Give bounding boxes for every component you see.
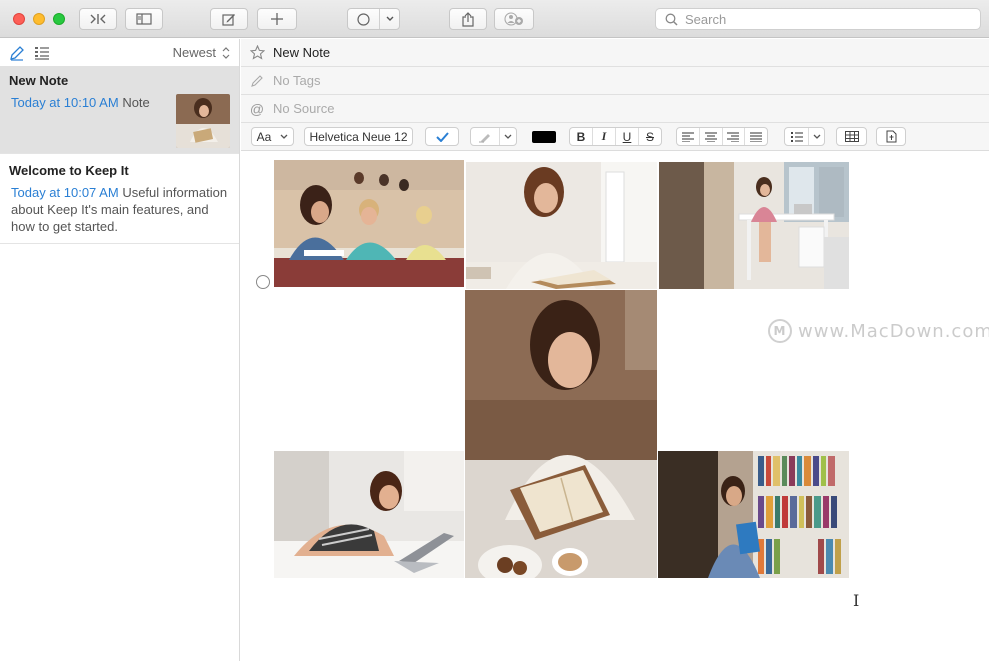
highlight-dropdown[interactable] [500, 128, 516, 145]
align-right-icon [727, 131, 740, 142]
add-person-icon [504, 12, 523, 26]
italic-button[interactable]: I [593, 128, 616, 145]
note-title-row[interactable]: New Note [241, 39, 989, 67]
highlight-button[interactable] [471, 128, 500, 145]
compose-button[interactable] [210, 8, 248, 30]
at-sign-icon: @ [249, 100, 265, 117]
attach-file-button[interactable] [876, 127, 906, 146]
search-placeholder: Search [685, 11, 727, 27]
layout-icon [136, 13, 152, 25]
add-person-button[interactable] [494, 8, 534, 30]
sort-chevron-icon [222, 46, 230, 59]
flag-menu-button[interactable] [380, 16, 399, 22]
circle-icon [357, 12, 370, 26]
share-icon [462, 11, 474, 27]
align-left-button[interactable] [677, 128, 700, 145]
highlight-menu[interactable] [470, 127, 517, 146]
text-color-swatch [532, 130, 556, 143]
sidebar-header: Newest [0, 39, 239, 66]
align-right-button[interactable] [723, 128, 746, 145]
sort-label: Newest [172, 45, 216, 60]
star-icon[interactable] [246, 45, 268, 60]
note-title: Welcome to Keep It [9, 163, 129, 178]
minimize-window-button[interactable] [33, 13, 45, 25]
align-justify-button[interactable] [745, 128, 767, 145]
strikethrough-button[interactable]: S [639, 128, 661, 145]
format-toolbar: Aa Helvetica Neue 12 B I U S [241, 123, 989, 151]
compose-icon [222, 14, 235, 26]
table-icon [844, 131, 859, 142]
note-title-field[interactable]: New Note [273, 45, 330, 60]
font-menu[interactable]: Helvetica Neue 12 [304, 127, 413, 146]
note-thumbnail [176, 94, 230, 148]
font-label: Helvetica Neue 12 [309, 129, 408, 144]
photo-classroom[interactable] [274, 160, 464, 287]
search-icon [665, 13, 678, 26]
note-list-item[interactable]: New Note Today at 10:10 AM Note [0, 66, 239, 154]
list-menu[interactable] [784, 127, 825, 146]
underline-button[interactable]: U [616, 128, 639, 145]
list-view-icon[interactable] [34, 46, 50, 60]
alignment-buttons [676, 127, 768, 146]
checkmark-icon [435, 131, 449, 142]
bold-button[interactable]: B [570, 128, 593, 145]
sidebar-toggle-icon [90, 14, 106, 24]
chevron-down-icon [813, 134, 820, 139]
note-preview: Note [122, 95, 150, 110]
photo-student-library[interactable] [658, 451, 849, 578]
text-style-label: Aa [256, 129, 272, 144]
source-field[interactable]: No Source [273, 101, 334, 116]
close-window-button[interactable] [13, 13, 25, 25]
add-button[interactable] [257, 8, 297, 30]
photo-woman-book[interactable] [466, 162, 657, 289]
watermark-logo: M [768, 319, 792, 343]
plus-icon [271, 13, 283, 25]
note-title: New Note [9, 73, 69, 88]
note-editor: New Note No Tags @ No Source Aa Helvetic… [241, 39, 989, 661]
share-button[interactable] [449, 8, 487, 30]
insert-table-button[interactable] [836, 127, 867, 146]
bullet-list-icon [790, 131, 803, 142]
sort-menu[interactable]: Newest [173, 45, 230, 60]
watermark-text: www.MacDown.com [798, 320, 989, 342]
tags-row[interactable]: No Tags [241, 67, 989, 95]
sidebar-toggle-button[interactable] [79, 8, 117, 30]
chevron-down-icon [386, 16, 394, 21]
layout-button[interactable] [125, 8, 163, 30]
search-field[interactable]: Search [655, 8, 981, 30]
note-meta: Today at 10:07 AM Useful information abo… [9, 184, 230, 235]
todo-checkbox[interactable] [256, 275, 270, 289]
document-icon [886, 130, 896, 143]
note-date: Today at 10:07 AM [11, 185, 119, 200]
align-center-icon [704, 131, 717, 142]
text-style-menu[interactable]: Aa [251, 127, 294, 146]
note-date: Today at 10:10 AM [11, 95, 119, 110]
tag-pencil-icon [246, 74, 268, 88]
photo-woman-laptop-desk[interactable] [659, 162, 849, 289]
list-button[interactable] [785, 128, 809, 145]
text-cursor-icon: I [853, 591, 860, 610]
notes-sidebar: Newest New Note Today at 10:10 AM Note W… [0, 39, 240, 661]
chevron-down-icon [280, 134, 288, 139]
window-toolbar: Search [0, 0, 989, 38]
spellcheck-button[interactable] [425, 127, 459, 146]
flag-button[interactable] [347, 8, 400, 30]
watermark: M www.MacDown.com [768, 319, 989, 343]
text-style-buttons: B I U S [569, 127, 662, 146]
text-color-button[interactable] [531, 127, 557, 146]
align-left-icon [681, 131, 694, 142]
align-justify-icon [750, 131, 763, 142]
chevron-down-icon [504, 134, 512, 139]
pencil-icon[interactable] [9, 45, 25, 61]
source-row[interactable]: @ No Source [241, 95, 989, 123]
photo-woman-lying-laptop[interactable] [274, 451, 464, 578]
note-body[interactable]: M www.MacDown.com I [241, 151, 989, 661]
list-dropdown[interactable] [809, 128, 824, 145]
align-center-button[interactable] [700, 128, 723, 145]
note-list-item[interactable]: Welcome to Keep It Today at 10:07 AM Use… [0, 154, 239, 244]
highlighter-icon [479, 133, 490, 143]
photo-woman-reading[interactable] [465, 290, 657, 578]
zoom-window-button[interactable] [53, 13, 65, 25]
tags-field[interactable]: No Tags [273, 73, 320, 88]
